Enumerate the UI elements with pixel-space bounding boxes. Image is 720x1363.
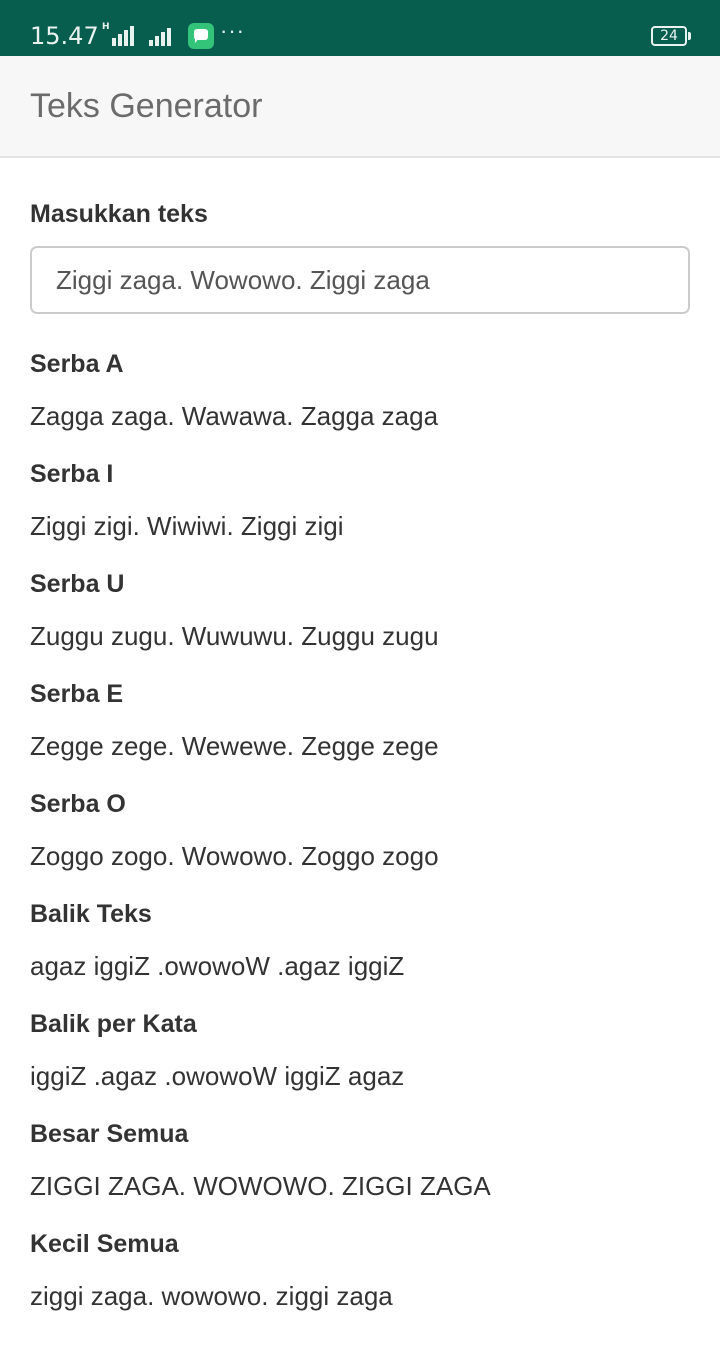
result-label: Besar Semua bbox=[30, 1120, 189, 1148]
result-serba-u: Serba U Zuggu zugu. Wuwuwu. Zuggu zugu bbox=[30, 564, 690, 674]
result-label: Serba U bbox=[30, 570, 125, 598]
result-serba-a: Serba A Zagga zaga. Wawawa. Zagga zaga bbox=[30, 344, 690, 454]
result-value: Zegge zege. Wewewe. Zegge zege bbox=[30, 731, 439, 761]
results-list: Serba A Zagga zaga. Wawawa. Zagga zaga S… bbox=[30, 344, 690, 1334]
result-value: ziggi zaga. wowowo. ziggi zaga bbox=[30, 1281, 393, 1311]
result-label: Balik Teks bbox=[30, 900, 152, 928]
result-besar-semua: Besar Semua ZIGGI ZAGA. WOWOWO. ZIGGI ZA… bbox=[30, 1114, 690, 1224]
result-serba-e: Serba E Zegge zege. Wewewe. Zegge zege bbox=[30, 674, 690, 784]
result-value: agaz iggiZ .owowoW .agaz iggiZ bbox=[30, 951, 405, 981]
text-input[interactable] bbox=[30, 246, 690, 314]
result-label: Serba A bbox=[30, 350, 124, 378]
input-label: Masukkan teks bbox=[30, 200, 208, 228]
status-bar: 15.47 H ··· 24 bbox=[0, 0, 720, 56]
result-label: Serba E bbox=[30, 680, 124, 708]
result-balik-teks: Balik Teks agaz iggiZ .owowoW .agaz iggi… bbox=[30, 894, 690, 1004]
more-icon: ··· bbox=[220, 18, 245, 43]
result-label: Serba O bbox=[30, 790, 126, 818]
result-value: Ziggi zigi. Wiwiwi. Ziggi zigi bbox=[30, 511, 344, 541]
result-kecil-semua: Kecil Semua ziggi zaga. wowowo. ziggi za… bbox=[30, 1224, 690, 1334]
result-value: Zoggo zogo. Wowowo. Zoggo zogo bbox=[30, 841, 439, 871]
network-type-label: H bbox=[102, 22, 110, 32]
main-content: Masukkan teks Serba A Zagga zaga. Wawawa… bbox=[30, 196, 690, 1334]
result-value: Zagga zaga. Wawawa. Zagga zaga bbox=[30, 401, 439, 431]
result-serba-i: Serba I Ziggi zigi. Wiwiwi. Ziggi zigi bbox=[30, 454, 690, 564]
message-icon bbox=[188, 23, 214, 49]
result-value: Zuggu zugu. Wuwuwu. Zuggu zugu bbox=[30, 621, 439, 651]
result-balik-per-kata: Balik per Kata iggiZ .agaz .owowoW iggiZ… bbox=[30, 1004, 690, 1114]
result-label: Kecil Semua bbox=[30, 1230, 179, 1258]
page-title: Teks Generator bbox=[30, 87, 263, 125]
result-value: ZIGGI ZAGA. WOWOWO. ZIGGI ZAGA bbox=[30, 1171, 491, 1201]
result-label: Serba I bbox=[30, 460, 114, 488]
status-time: 15.47 bbox=[30, 22, 99, 50]
result-serba-o: Serba O Zoggo zogo. Wowowo. Zoggo zogo bbox=[30, 784, 690, 894]
result-value: iggiZ .agaz .owowoW iggiZ agaz bbox=[30, 1061, 405, 1091]
result-label: Balik per Kata bbox=[30, 1010, 197, 1038]
battery-icon: 24 bbox=[651, 26, 687, 46]
battery-cap bbox=[688, 32, 691, 40]
app-header: Teks Generator bbox=[0, 56, 720, 158]
